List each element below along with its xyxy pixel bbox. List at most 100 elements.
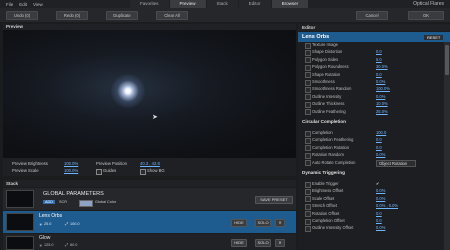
property-row[interactable]: Shape Rotation 0.0 xyxy=(298,71,444,79)
lens-orbs-thumbnail xyxy=(6,213,34,231)
property-row[interactable]: Outline Feathering 25.0% xyxy=(298,108,444,116)
property-value[interactable]: 0.0 xyxy=(376,210,382,217)
keyframe-checkbox[interactable] xyxy=(305,109,311,116)
solo-button[interactable]: SOLO xyxy=(255,219,271,227)
tab-editor[interactable]: Editor xyxy=(238,0,271,8)
property-value[interactable]: 25.0% xyxy=(376,108,388,115)
property-value[interactable]: 0.0% xyxy=(376,93,385,100)
preview-scale-value[interactable]: 100.0% xyxy=(64,168,78,173)
property-label: Outline Thickness xyxy=(312,101,345,107)
blend-scr-tag[interactable]: SCR xyxy=(59,200,67,204)
global-parameters-row[interactable]: GLOBAL PARAMETERS ADD SCR Global Color S… xyxy=(3,188,296,210)
solo-button[interactable]: SOLO xyxy=(255,239,271,247)
stack-item-name: Lens Orbs xyxy=(39,213,63,219)
property-row[interactable]: Rotation Random 0.0% xyxy=(298,151,444,159)
app-title: Optical Flares xyxy=(413,1,444,7)
property-row[interactable]: Smoothness Random 100.0% xyxy=(298,85,444,93)
property-row[interactable]: Polygon Sides 6.0 xyxy=(298,56,444,64)
property-row[interactable]: Auto Rotate Completion Object Rotation xyxy=(298,159,444,167)
guides-checkbox[interactable] xyxy=(96,168,102,175)
property-value[interactable]: 100.0% xyxy=(376,85,390,92)
property-row[interactable]: Completion Feathering 0.0 xyxy=(298,136,444,144)
property-value[interactable]: 0.0 xyxy=(376,217,382,224)
preview-brightness-value[interactable]: 100.0% xyxy=(64,161,78,166)
property-value[interactable]: ✔ xyxy=(376,180,379,187)
property-label: Outline Intensity Offset xyxy=(312,225,354,231)
blend-add-tag[interactable]: ADD xyxy=(43,200,56,204)
section-circular-completion: Circular Completion xyxy=(302,119,346,124)
stack-item-brightness[interactable]: 125.0 xyxy=(44,243,54,247)
property-row[interactable]: Shape Distortion 0.0 xyxy=(298,48,444,56)
global-color-swatch[interactable] xyxy=(79,200,93,207)
ok-button[interactable]: OK xyxy=(408,11,444,20)
keyframe-checkbox[interactable] xyxy=(305,225,311,232)
property-row[interactable]: Texture Image xyxy=(298,42,444,49)
stack-item-glow[interactable]: Glow ☀ 125.0 ⤢ 80.0 HIDE SOLO ✕ xyxy=(3,234,296,250)
property-row[interactable]: Scale Offset 0.0% xyxy=(298,195,444,203)
global-thumbnail xyxy=(6,190,34,208)
editor-scrollbar-thumb[interactable] xyxy=(445,45,449,75)
property-value[interactable]: 0.0% , 0.0% xyxy=(376,202,398,209)
keyframe-checkbox[interactable] xyxy=(305,160,311,167)
undo-button[interactable]: Undo (0) xyxy=(6,11,38,20)
property-value[interactable]: 6.0 xyxy=(376,56,382,63)
delete-icon[interactable]: ✕ xyxy=(275,219,285,227)
property-value[interactable]: 0.0 xyxy=(376,144,382,151)
preview-position-label: Preview Position xyxy=(96,161,127,166)
property-row[interactable]: Completion 100.0 xyxy=(298,129,444,137)
property-row[interactable]: Completion Offset 0.0 xyxy=(298,217,444,225)
stack-item-scale[interactable]: 100.0 xyxy=(70,222,80,226)
delete-icon[interactable]: ✕ xyxy=(275,239,285,247)
property-value[interactable]: 0.0% xyxy=(376,78,385,85)
property-value[interactable]: 100.0 xyxy=(376,129,386,136)
tab-browser[interactable]: Browser xyxy=(271,0,309,8)
preview-scale-label: Preview Scale xyxy=(12,168,39,173)
hide-button[interactable]: HIDE xyxy=(231,219,247,227)
property-value[interactable]: 0.0% xyxy=(376,195,385,202)
property-value[interactable]: 0.0% xyxy=(376,187,385,194)
duplicate-button[interactable]: Duplicate xyxy=(106,11,138,20)
menu-edit[interactable]: Edit xyxy=(19,2,27,7)
preview-viewport[interactable]: ➤ xyxy=(3,30,296,158)
property-row[interactable]: Completion Rotation 0.0 xyxy=(298,144,444,152)
stack-item-lens-orbs[interactable]: Lens Orbs ☀ 25.0 ⤢ 100.0 HIDE SOLO ✕ xyxy=(3,211,296,233)
save-preset-button[interactable]: SAVE PRESET xyxy=(255,196,293,204)
preview-position-value[interactable]: 40.3 , 42.8 xyxy=(140,161,160,166)
global-color-label: Global Color xyxy=(95,200,117,204)
property-row[interactable]: Outline Intensity Offset 0.0% xyxy=(298,224,444,232)
tab-stack[interactable]: Stack xyxy=(206,0,238,8)
tab-preview[interactable]: Preview xyxy=(169,0,206,8)
property-value[interactable]: 30.0% xyxy=(376,63,388,70)
property-row[interactable]: Polygon Roundness 30.0% xyxy=(298,63,444,71)
reset-button[interactable]: RESET xyxy=(424,34,444,40)
property-label: Texture Image xyxy=(312,42,338,47)
clear-all-button[interactable]: Clear All xyxy=(156,11,188,20)
property-row[interactable]: Outline Intensity 0.0% xyxy=(298,93,444,101)
property-row[interactable]: Enable Trigger ✔ xyxy=(298,180,444,188)
auto-rotate-dropdown[interactable]: Object Rotation xyxy=(376,159,417,167)
hide-button[interactable]: HIDE xyxy=(231,239,247,247)
property-value[interactable]: 0.0% xyxy=(376,224,385,231)
property-row[interactable]: Rotation Offset 0.0 xyxy=(298,210,444,218)
property-row[interactable]: Stretch Offset 0.0% , 0.0% xyxy=(298,202,444,210)
property-value[interactable]: 0.0 xyxy=(376,71,382,78)
property-label: Completion Feathering xyxy=(312,137,354,143)
redo-button[interactable]: Redo (0) xyxy=(56,11,88,20)
property-value[interactable]: 10.0% xyxy=(376,100,388,107)
show-bg-checkbox[interactable] xyxy=(140,168,146,175)
menu-file[interactable]: File xyxy=(6,2,13,7)
lens-orb-light[interactable] xyxy=(111,74,145,108)
property-row[interactable]: Brightness Offset 0.0% xyxy=(298,187,444,195)
property-value[interactable]: 0.0 xyxy=(376,136,382,143)
tab-favorites[interactable]: Favorites xyxy=(130,0,169,8)
property-value[interactable]: 0.0 xyxy=(376,48,382,55)
property-value[interactable]: 0.0% xyxy=(376,151,385,158)
property-label: Shape Rotation xyxy=(312,71,341,77)
property-row[interactable]: Outline Thickness 10.0% xyxy=(298,100,444,108)
menu-view[interactable]: View xyxy=(33,2,43,7)
cancel-button[interactable]: Cancel xyxy=(356,11,388,20)
stack-item-scale[interactable]: 80.0 xyxy=(70,243,77,247)
property-row[interactable]: Smoothness 0.0% xyxy=(298,78,444,86)
sun-icon: ☀ xyxy=(39,223,43,227)
stack-item-brightness[interactable]: 25.0 xyxy=(44,222,51,226)
